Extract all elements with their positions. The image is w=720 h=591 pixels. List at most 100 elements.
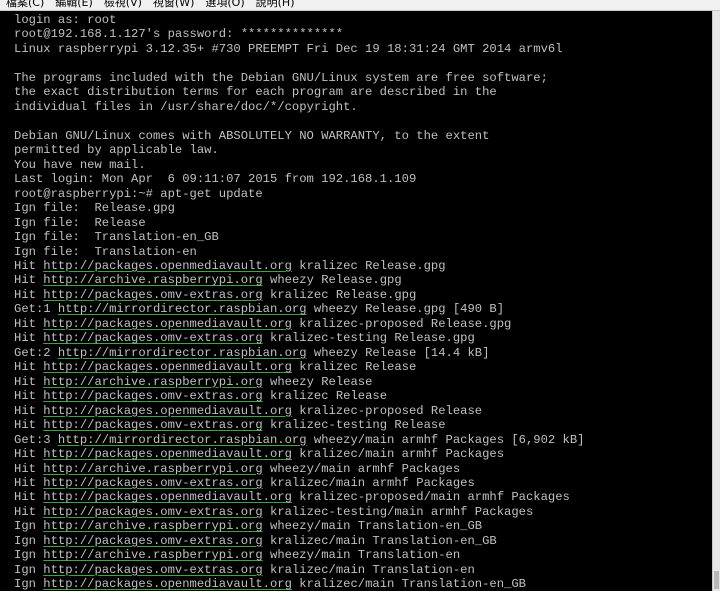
terminal-url: http://mirrordirector.raspbian.org xyxy=(57,432,307,447)
terminal-text: Hit xyxy=(14,504,44,519)
terminal-line: Hit http://archive.raspberrypi.org wheez… xyxy=(14,273,712,287)
terminal-text: Hit xyxy=(14,360,44,375)
terminal-line: Hit http://packages.openmediavault.org k… xyxy=(14,317,712,331)
terminal-text: kralizec-testing/main armhf Packages xyxy=(262,504,534,519)
vertical-scrollbar[interactable] xyxy=(712,11,720,591)
terminal-text: permitted by applicable law. xyxy=(14,143,219,158)
terminal-text: Hit xyxy=(14,490,44,505)
terminal-line: individual files in /usr/share/doc/*/cop… xyxy=(14,100,712,114)
terminal-url: http://packages.openmediavault.org xyxy=(43,258,292,273)
terminal-text: Ign file: Translation-en xyxy=(14,244,197,259)
terminal-text: wheezy/main armhf Packages xyxy=(262,461,461,476)
terminal-line: Debian GNU/Linux comes with ABSOLUTELY N… xyxy=(14,129,712,143)
terminal-text: Get:2 xyxy=(14,345,58,360)
terminal-line: Hit http://packages.omv-extras.org krali… xyxy=(14,389,712,403)
terminal-url: http://packages.openmediavault.org xyxy=(43,447,292,462)
terminal-line: The programs included with the Debian GN… xyxy=(14,71,712,85)
terminal-line: Hit http://packages.openmediavault.org k… xyxy=(14,404,712,418)
terminal-text: Hit xyxy=(14,258,44,273)
terminal-text: kralizec/main armhf Packages xyxy=(291,447,505,462)
terminal-text: kralizec/main armhf Packages xyxy=(262,476,475,490)
terminal-output[interactable]: login as: root root@192.168.1.127's passw… xyxy=(0,11,712,591)
terminal-url: http://packages.omv-extras.org xyxy=(43,287,263,302)
terminal-text: Ign file: Release xyxy=(14,215,146,230)
terminal-line: root@raspberrypi:~# apt-get update xyxy=(14,187,712,201)
terminal-line: Get:1 http://mirrordirector.raspbian.org… xyxy=(14,302,712,316)
menu-options[interactable]: 選項(O) xyxy=(205,0,244,10)
terminal-url: http://packages.openmediavault.org xyxy=(43,490,292,505)
terminal-url: http://packages.openmediavault.org xyxy=(43,577,292,591)
terminal-line: login as: root xyxy=(14,13,712,27)
terminal-url: http://packages.omv-extras.org xyxy=(43,476,263,490)
terminal-line: Linux raspberrypi 3.12.35+ #730 PREEMPT … xyxy=(14,42,712,56)
terminal-url: http://packages.omv-extras.org xyxy=(43,331,263,346)
terminal-text: kralizec Release xyxy=(291,360,417,375)
terminal-text: You have new mail. xyxy=(14,157,146,172)
terminal-url: http://packages.openmediavault.org xyxy=(43,403,292,418)
terminal-text: the exact distribution terms for each pr… xyxy=(14,85,497,100)
terminal-url: http://archive.raspberrypi.org xyxy=(43,273,263,288)
terminal-text: Hit xyxy=(14,461,44,476)
terminal-url: http://packages.openmediavault.org xyxy=(43,316,292,331)
terminal-line: Ign file: Release.gpg xyxy=(14,201,712,215)
terminal-text: Hit xyxy=(14,316,44,331)
terminal-line: the exact distribution terms for each pr… xyxy=(14,85,712,99)
terminal-line: Hit http://packages.omv-extras.org krali… xyxy=(14,288,712,302)
terminal-line: Hit http://archive.raspberrypi.org wheez… xyxy=(14,375,712,389)
terminal-text: Debian GNU/Linux comes with ABSOLUTELY N… xyxy=(14,128,490,143)
terminal-text: Linux raspberrypi 3.12.35+ #730 PREEMPT … xyxy=(14,41,563,56)
terminal-text: Ign xyxy=(14,562,44,577)
terminal-text: root@192.168.1.127's password: *********… xyxy=(14,27,344,42)
terminal-text: kralizec-proposed/main armhf Packages xyxy=(291,490,570,505)
terminal-line: Ign file: Translation-en xyxy=(14,245,712,259)
terminal-url: http://packages.openmediavault.org xyxy=(43,360,292,375)
terminal-url: http://packages.omv-extras.org xyxy=(43,504,263,519)
menu-file[interactable]: 檔案(C) xyxy=(6,0,44,10)
terminal-text: Ign xyxy=(14,519,44,534)
terminal-line: Hit http://packages.openmediavault.org k… xyxy=(14,259,712,273)
terminal-line: Hit http://packages.openmediavault.org k… xyxy=(14,447,712,461)
terminal-line: Hit http://packages.omv-extras.org krali… xyxy=(14,476,712,490)
terminal-url: http://archive.raspberrypi.org xyxy=(43,461,263,476)
terminal-text: kralizec/main Translation-en xyxy=(262,562,475,577)
menu-items: 檔案(C) 編輯(E) 檢視(V) 視窗(W) 選項(O) 說明(H) xyxy=(6,0,295,10)
terminal-text: kralizec/main Translation-en_GB xyxy=(262,533,497,548)
terminal-text: wheezy Release [14.4 kB] xyxy=(306,345,490,360)
terminal-text: root@raspberrypi:~# apt-get update xyxy=(14,186,263,201)
terminal-text: Ign file: Translation-en_GB xyxy=(14,230,219,245)
terminal-line: Ign http://archive.raspberrypi.org wheez… xyxy=(14,548,712,562)
terminal-text: kralizec Release xyxy=(262,389,388,404)
terminal-text: login as: root xyxy=(14,13,117,27)
menu-edit[interactable]: 編輯(E) xyxy=(55,0,93,10)
terminal-line: Hit http://packages.omv-extras.org krali… xyxy=(14,505,712,519)
terminal-line: root@192.168.1.127's password: *********… xyxy=(14,27,712,41)
terminal-text: Hit xyxy=(14,447,44,462)
scrollbar-thumb[interactable] xyxy=(714,571,719,589)
terminal-text: kralizec-proposed Release.gpg xyxy=(291,316,512,331)
terminal-text: Get:3 xyxy=(14,432,58,447)
terminal-text: The programs included with the Debian GN… xyxy=(14,70,548,85)
terminal-line: permitted by applicable law. xyxy=(14,143,712,157)
terminal-text: wheezy Release xyxy=(262,374,373,389)
terminal-line: Hit http://packages.omv-extras.org krali… xyxy=(14,331,712,345)
terminal-url: http://packages.omv-extras.org xyxy=(43,389,263,404)
menu-view[interactable]: 檢視(V) xyxy=(104,0,142,10)
terminal-url: http://packages.omv-extras.org xyxy=(43,533,263,548)
terminal-line: Get:2 http://mirrordirector.raspbian.org… xyxy=(14,346,712,360)
terminal-url: http://archive.raspberrypi.org xyxy=(43,374,263,389)
terminal-text: Get:1 xyxy=(14,302,58,317)
terminal-line: Ign http://packages.openmediavault.org k… xyxy=(14,577,712,591)
terminal-line: Ign http://packages.omv-extras.org krali… xyxy=(14,563,712,577)
terminal-line: Hit http://packages.openmediavault.org k… xyxy=(14,360,712,374)
menu-help[interactable]: 說明(H) xyxy=(256,0,295,10)
terminal-url: http://mirrordirector.raspbian.org xyxy=(57,345,307,360)
terminal-text: Hit xyxy=(14,476,44,490)
menu-window[interactable]: 視窗(W) xyxy=(153,0,194,10)
terminal-line: Ign file: Translation-en_GB xyxy=(14,230,712,244)
terminal-text: Ign xyxy=(14,548,44,563)
terminal-text: wheezy/main Translation-en xyxy=(262,548,461,563)
terminal-line: Hit http://packages.omv-extras.org krali… xyxy=(14,418,712,432)
terminal-text: kralizec-proposed Release xyxy=(291,403,483,418)
terminal-url: http://packages.omv-extras.org xyxy=(43,418,263,433)
